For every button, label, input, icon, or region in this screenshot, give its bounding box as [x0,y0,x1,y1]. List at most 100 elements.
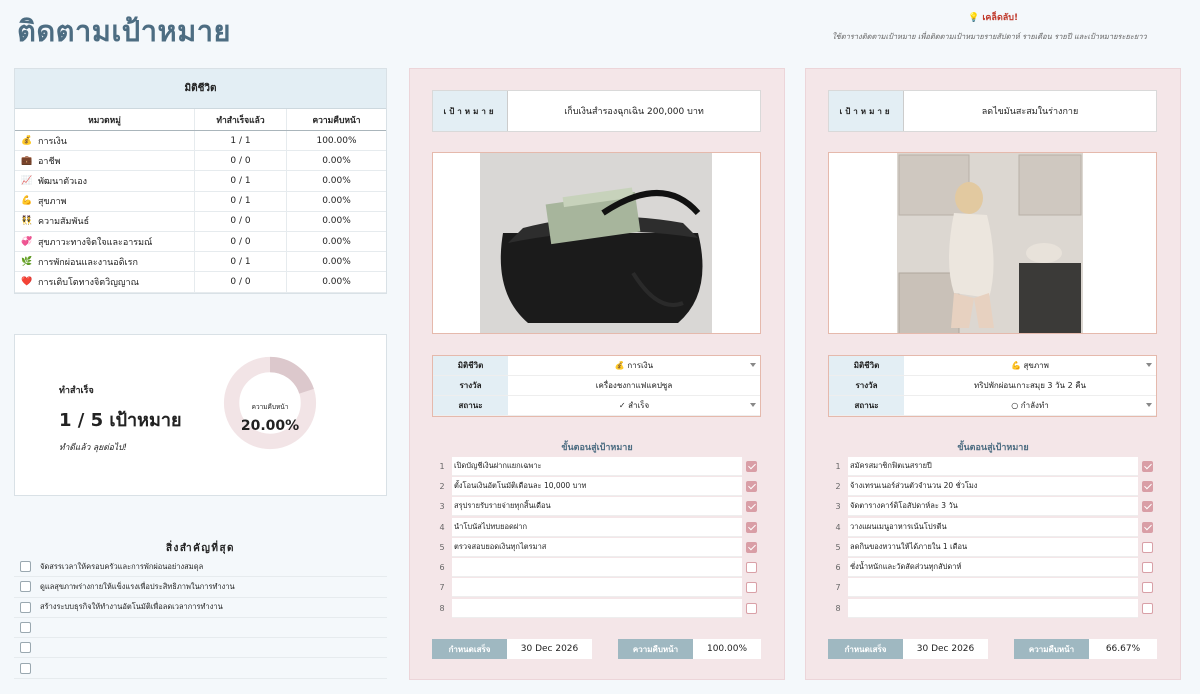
property-value[interactable]: ✓ สำเร็จ [508,399,760,412]
category-name: พัฒนาตัวเอง [38,176,88,187]
donut-value: 20.00% [240,418,300,434]
chevron-down-icon[interactable] [1146,403,1152,407]
progress-cell: 0.00% [322,216,351,227]
step-row: 1 สมัครสมาชิกฟิตเนสรายปี [828,456,1157,476]
priority-item: ดูแลสุขภาพร่างกายให้แข็งแรงเพื่อประสิทธิ… [14,577,387,598]
step-text[interactable]: วางแผนเมนูอาหารเน้นโปรตีน [848,517,1138,537]
goal-bar: เป้าหมาย ลดไขมันสะสมในร่างกาย [828,90,1157,132]
step-checkbox[interactable] [746,480,757,492]
step-number: 3 [835,502,841,512]
step-checkbox[interactable] [1142,582,1153,594]
step-row: 1 เปิดบัญชีเงินฝากแยกเฉพาะ [432,456,761,476]
priority-text[interactable]: สร้างระบบธุรกิจให้ทำงานอัตโนมัติเพื่อลดเ… [37,601,223,613]
table-row: 👯 ความสัมพันธ์ 0 / 0 0.00% [15,211,386,232]
priority-checkbox[interactable] [20,601,31,613]
step-number: 5 [835,542,841,552]
chevron-down-icon[interactable] [1146,363,1152,367]
deadline-value[interactable]: 30 Dec 2026 [507,639,592,659]
done-cell: 0 / 1 [195,191,287,211]
step-row: 5 ตรวจสอบยอดเงินทุกไตรมาส [432,537,761,557]
goal-panel-2: เป้าหมาย ลดไขมันสะสมในร่างกาย มิติชีวิต 💪… [805,68,1181,680]
step-checkbox[interactable] [746,602,757,614]
progress-cell: 0.00% [322,196,351,207]
step-checkbox[interactable] [1142,521,1153,533]
progress-cell: 0.00% [322,236,351,247]
progress-label: ความคืบหน้า [1014,639,1089,659]
step-row: 8 [432,598,761,618]
property-value[interactable]: เครื่องชงกาแฟแคปซูล [508,379,760,392]
category-icon: 👯 [21,216,33,227]
achievement-label: ทำสำเร็จ [59,386,94,396]
chevron-down-icon[interactable] [750,363,756,367]
column-header-progress[interactable]: ความคืบหน้า [287,109,386,130]
category-cell: 💼 อาชีพ [15,151,195,171]
step-text[interactable]: ตั้งโอนเงินอัตโนมัติเดือนละ 10,000 บาท [452,476,742,496]
step-text[interactable] [848,598,1138,618]
done-cell: 0 / 0 [195,211,287,231]
step-text[interactable]: สมัครสมาชิกฟิตเนสรายปี [848,456,1138,476]
property-value[interactable]: 💰 การเงิน [508,359,760,372]
property-value[interactable]: 💪 สุขภาพ [904,359,1156,372]
step-text[interactable]: สรุปรายรับรายจ่ายทุกสิ้นเดือน [452,497,742,517]
priorities-title: สิ่งสำคัญที่สุด [165,543,236,554]
step-text[interactable] [452,558,742,578]
priority-checkbox[interactable] [20,581,31,593]
step-checkbox[interactable] [746,501,757,513]
step-checkbox[interactable] [746,541,757,553]
priority-checkbox[interactable] [20,622,31,634]
property-value[interactable]: ทริปพักผ่อนเกาะสมุย 3 วัน 2 คืน [904,379,1156,392]
steps-title: ขั้นตอนสู่เป้าหมาย [561,443,633,453]
category-cell: 📈 พัฒนาตัวเอง [15,171,195,191]
deadline-value[interactable]: 30 Dec 2026 [903,639,988,659]
step-text[interactable] [848,578,1138,598]
priority-checkbox[interactable] [20,662,31,674]
step-row: 2 จ้างเทรนเนอร์ส่วนตัวจำนวน 20 ชั่วโมง [828,476,1157,496]
goal-value[interactable]: เก็บเงินสำรองฉุกเฉิน 200,000 บาท [508,91,760,131]
step-text[interactable]: จ้างเทรนเนอร์ส่วนตัวจำนวน 20 ชั่วโมง [848,476,1138,496]
property-label: มิติชีวิต [829,356,904,375]
step-text[interactable]: จัดตารางคาร์ดิโอสัปดาห์ละ 3 วัน [848,497,1138,517]
life-dimension-table: มิติชีวิต หมวดหมู่ ทำสำเร็จแล้ว ความคืบห… [14,68,387,294]
step-text[interactable]: นำโบนัสไปทบยอดฝาก [452,517,742,537]
step-number: 7 [835,583,841,593]
step-checkbox[interactable] [1142,501,1153,513]
goal-image[interactable] [432,152,761,334]
step-checkbox[interactable] [1142,602,1153,614]
done-cell: 1 / 1 [195,131,287,151]
step-text[interactable] [452,578,742,598]
step-checkbox[interactable] [746,460,757,472]
property-label: รางวัล [829,376,904,395]
column-header-category[interactable]: หมวดหมู่ [15,109,195,130]
progress-cell: 0.00% [322,155,351,166]
step-checkbox[interactable] [746,521,757,533]
step-text[interactable]: ลดกินของหวานให้ได้ภายใน 1 เดือน [848,537,1138,557]
step-checkbox[interactable] [746,582,757,594]
step-checkbox[interactable] [1142,480,1153,492]
property-row: รางวัล ทริปพักผ่อนเกาะสมุย 3 วัน 2 คืน [829,376,1156,396]
column-header-done[interactable]: ทำสำเร็จแล้ว [195,109,287,130]
step-text[interactable] [452,598,742,618]
step-text[interactable]: ตรวจสอบยอดเงินทุกไตรมาส [452,537,742,557]
property-label: สถานะ [433,396,508,415]
priority-checkbox[interactable] [20,561,31,573]
steps-list: 1 สมัครสมาชิกฟิตเนสรายปี 2 จ้างเทรนเนอร์ส่ว… [828,456,1157,618]
category-name: ความสัมพันธ์ [38,217,90,228]
goal-image[interactable] [828,152,1157,334]
step-checkbox[interactable] [1142,541,1153,553]
step-checkbox[interactable] [1142,460,1153,472]
step-text[interactable]: เปิดบัญชีเงินฝากแยกเฉพาะ [452,456,742,476]
deadline-field: กำหนดเสร็จ 30 Dec 2026 [828,639,988,659]
priority-item [14,658,387,679]
step-checkbox[interactable] [1142,562,1153,574]
deadline-label: กำหนดเสร็จ [828,639,903,659]
priority-checkbox[interactable] [20,642,31,654]
goal-value[interactable]: ลดไขมันสะสมในร่างกาย [904,91,1156,131]
step-text[interactable]: ชั่งน้ำหนักและวัดสัดส่วนทุกสัปดาห์ [848,558,1138,578]
priority-text[interactable]: จัดสรรเวลาให้ครอบครัวและการพักผ่อนอย่างส… [37,561,203,573]
property-value[interactable]: ○ กำลังทำ [904,399,1156,412]
priority-text[interactable]: ดูแลสุขภาพร่างกายให้แข็งแรงเพื่อประสิทธิ… [37,581,235,593]
property-row: มิติชีวิต 💪 สุขภาพ [829,356,1156,376]
chevron-down-icon[interactable] [750,403,756,407]
step-checkbox[interactable] [746,562,757,574]
progress-label: ความคืบหน้า [618,639,693,659]
